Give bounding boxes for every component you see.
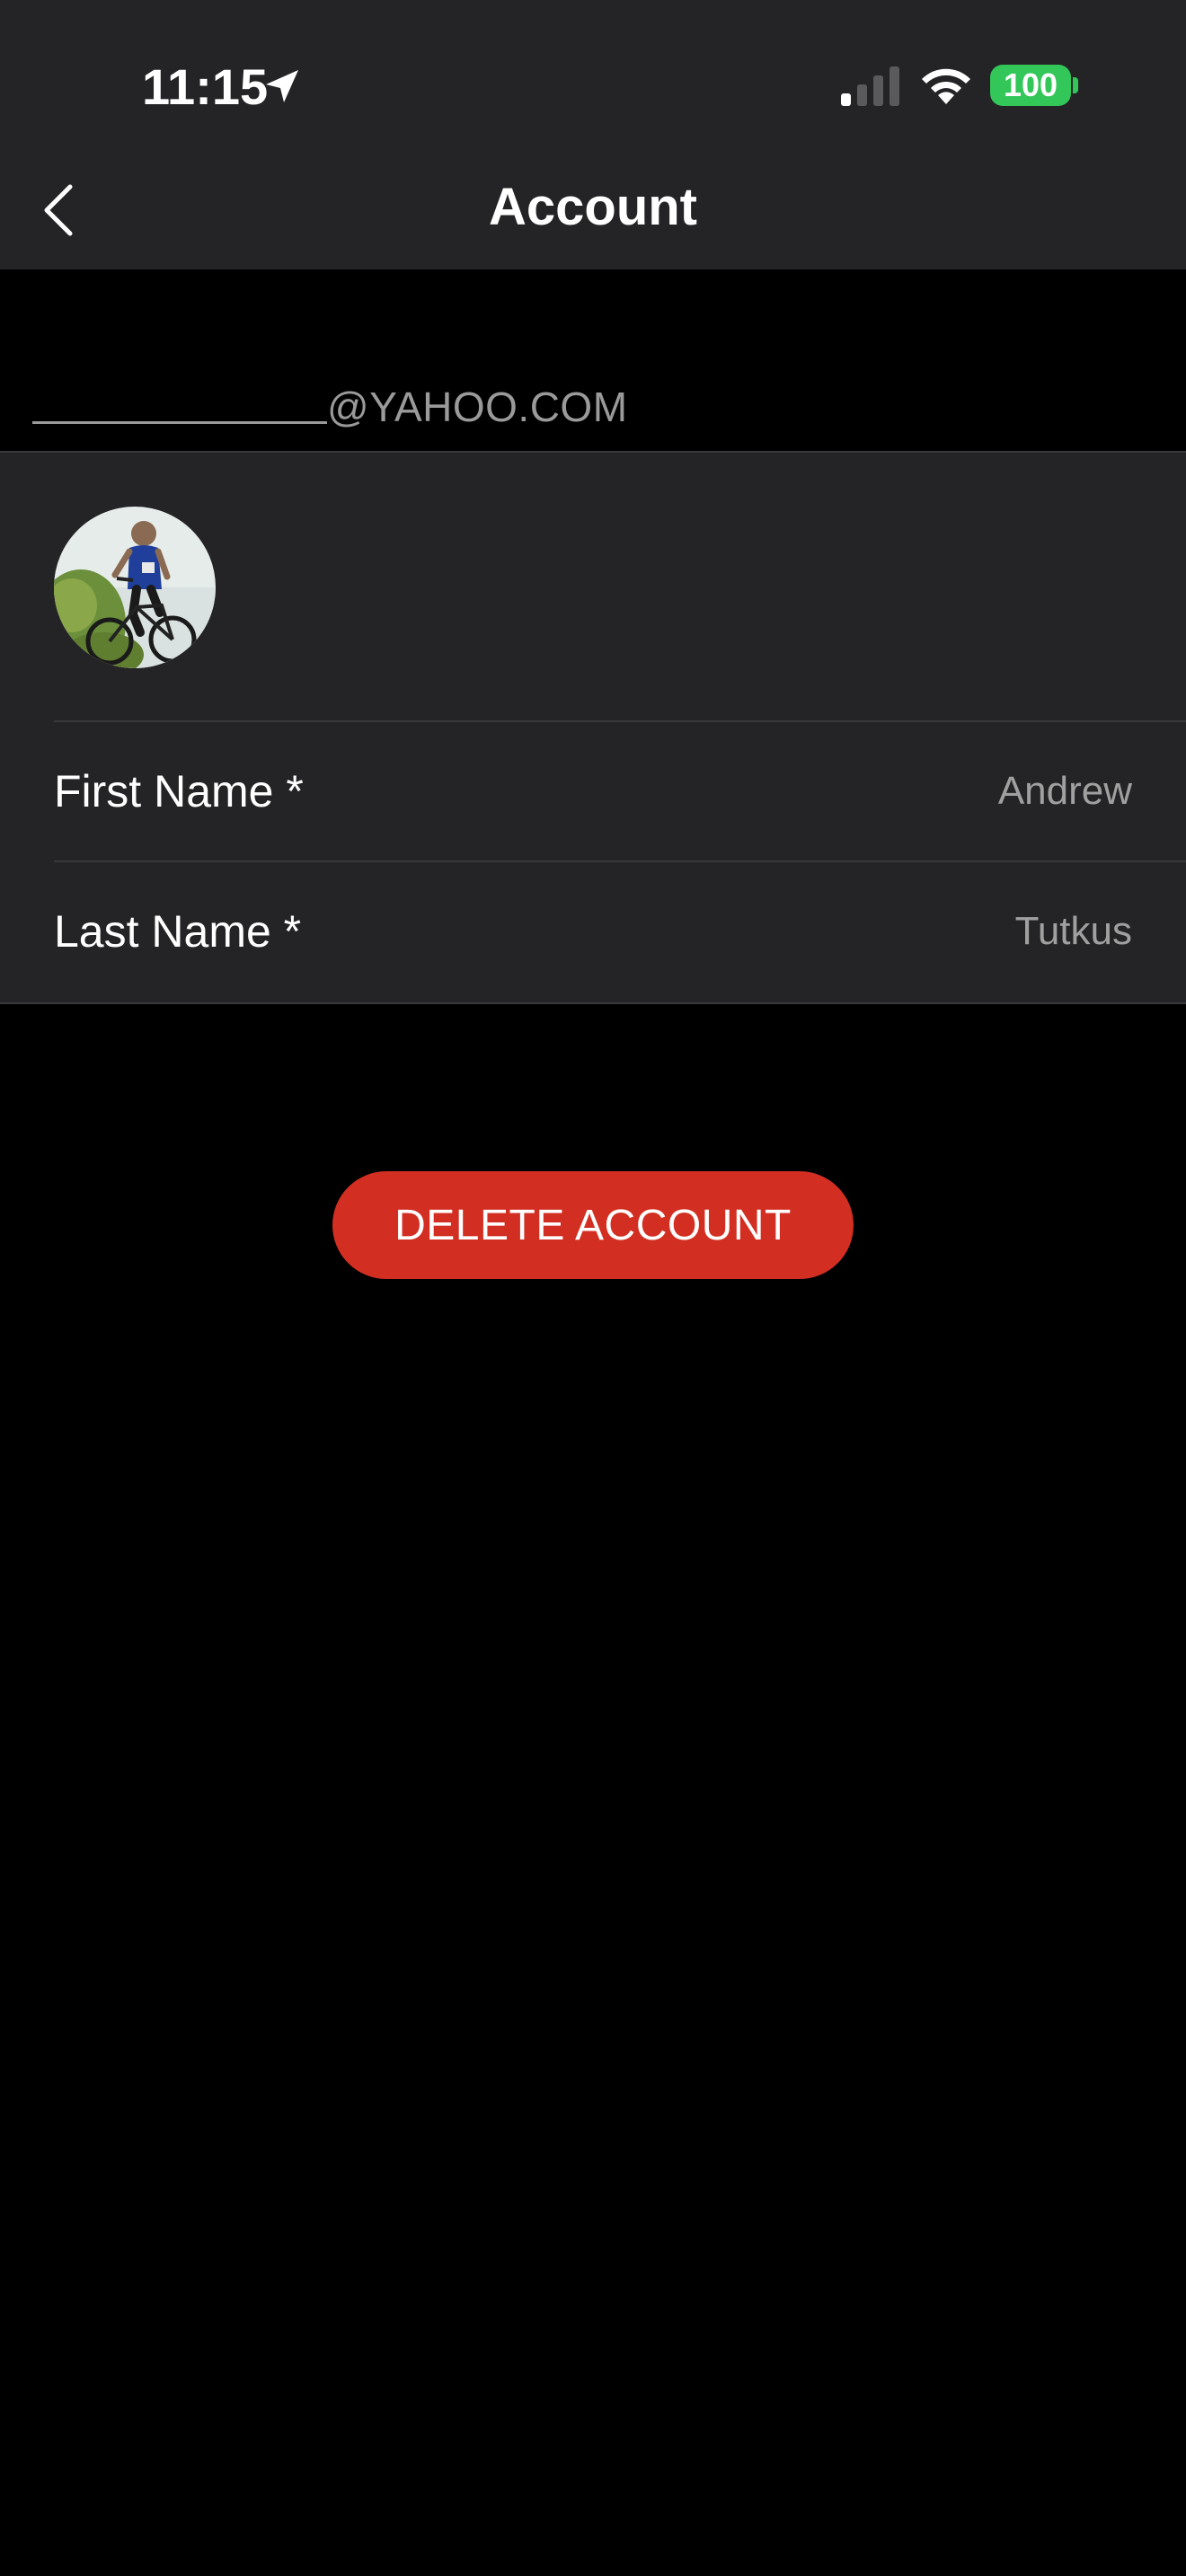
cyclist-photo (54, 507, 216, 668)
first-name-value: Andrew (997, 769, 1132, 813)
last-name-value: Tutkus (1014, 909, 1132, 953)
delete-account-button[interactable]: DELETE ACCOUNT (332, 1171, 854, 1279)
avatar[interactable] (54, 507, 216, 668)
first-name-field[interactable]: First Name * Andrew (54, 722, 1132, 860)
battery-cap (1073, 77, 1078, 93)
last-name-label: Last Name * (54, 906, 302, 957)
email-address: @YAHOO.COM (32, 375, 628, 438)
page-title: Account (489, 178, 697, 236)
battery-level: 100 (1003, 66, 1058, 103)
last-name-field[interactable]: Last Name * Tutkus (54, 862, 1132, 1001)
profile-card: First Name * Andrew Last Name * Tutkus (0, 451, 1186, 1004)
chevron-left-icon (44, 184, 73, 236)
first-name-label: First Name * (54, 766, 304, 816)
location-arrow-icon (266, 70, 298, 102)
wifi-icon (922, 68, 970, 104)
cellular-signal-icon (841, 66, 899, 106)
battery-icon: 100 (990, 65, 1071, 106)
email-domain: @YAHOO.COM (327, 384, 628, 430)
top-bar: 11:15 100 Account (0, 0, 1186, 269)
email-username-redacted (32, 421, 327, 424)
status-time: 11:15 (142, 58, 269, 115)
back-button[interactable] (36, 176, 90, 248)
delete-account-label: DELETE ACCOUNT (394, 1201, 792, 1249)
